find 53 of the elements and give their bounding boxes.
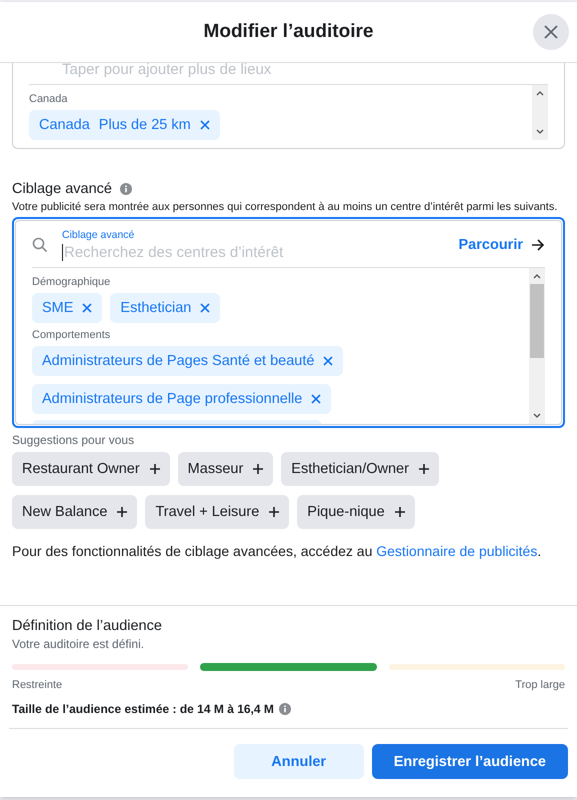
section-title: Ciblage avancé (12, 181, 112, 197)
group-label: Comportements (32, 329, 112, 341)
suggestion-chip[interactable]: Masseur (178, 452, 274, 486)
scrollbar[interactable] (529, 268, 545, 424)
group-label: Canada (29, 93, 69, 105)
plus-icon (150, 464, 160, 474)
suggestion-chip[interactable]: Pique-nique (297, 495, 415, 529)
section-description: Votre publicité sera montrée aux personnes qui correspondent à au moins un centre d’intérêt parmi les suivants. (12, 200, 558, 214)
plus-icon (117, 507, 128, 517)
dialog-title: Modifier l’auditoire (204, 21, 374, 43)
scroll-up-icon[interactable] (532, 272, 542, 280)
audience-status: Votre auditoire est défini. (12, 637, 146, 651)
field-label: Ciblage avancé (62, 229, 136, 241)
save-button[interactable]: Enregistrer l’audience (372, 744, 568, 779)
chip-detail: Plus de 25 km (98, 117, 191, 133)
remove-icon[interactable] (311, 394, 322, 404)
chip-label: Esthetician (120, 300, 192, 316)
suggestion-chip[interactable]: Esthetician/Owner (281, 452, 439, 486)
cancel-button[interactable]: Annuler (234, 744, 364, 779)
close-icon (543, 24, 559, 40)
suggestions-title: Suggestions pour vous (12, 433, 136, 447)
scrollbar[interactable] (532, 85, 548, 140)
browse-link[interactable]: Parcourir (458, 237, 545, 253)
remove-icon[interactable] (323, 356, 334, 366)
close-button[interactable] (533, 14, 569, 50)
search-icon (32, 237, 48, 253)
scroll-down-icon[interactable] (535, 128, 545, 136)
suggestion-chip[interactable]: New Balance (12, 495, 138, 529)
remove-icon[interactable] (82, 303, 92, 313)
plus-icon (253, 464, 264, 474)
plus-icon (418, 464, 429, 474)
meter-label: Restreinte (12, 679, 62, 691)
plus-icon (394, 507, 405, 517)
chip-label: Administrateurs de Pages Santé et beauté (42, 353, 314, 369)
remove-icon[interactable] (200, 120, 210, 130)
remove-icon[interactable] (200, 303, 210, 313)
suggestion-chip[interactable]: Restaurant Owner (12, 452, 170, 486)
chip-label: Administrateurs de Page professionnelle (42, 391, 302, 407)
group-label: Démographique (32, 276, 112, 288)
ads-manager-link[interactable]: Gestionnaire de publicités (376, 543, 538, 559)
chip-label: Canada (39, 117, 90, 133)
meter-label: Trop large (515, 679, 565, 691)
arrow-icon (531, 239, 545, 251)
info-icon[interactable] (120, 183, 132, 195)
info-icon[interactable] (278, 703, 291, 715)
chip-label: SME (42, 300, 74, 316)
footer-note: Pour des fonctionnalités de ciblage avancées, accédez au Gestionnaire de publicités. (12, 542, 542, 561)
scroll-up-icon[interactable] (535, 89, 545, 97)
scroll-down-icon[interactable] (532, 412, 542, 420)
audience-title: Définition de l’audience (12, 618, 163, 634)
plus-icon (269, 507, 280, 517)
audience-estimate: Taille de l’audience estimée : de 14 M à 16,4 M (12, 702, 274, 716)
suggestion-chip[interactable]: Travel + Leisure (145, 495, 290, 529)
